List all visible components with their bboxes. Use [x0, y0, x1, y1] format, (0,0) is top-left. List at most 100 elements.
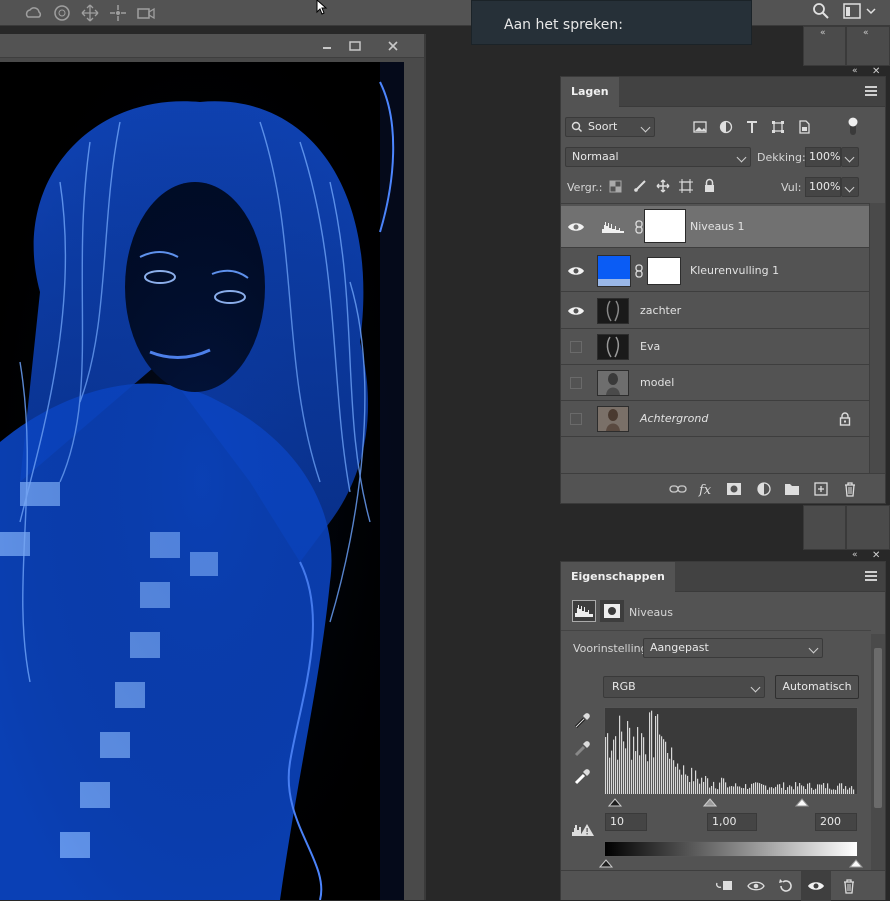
levels-mode-button[interactable] [572, 600, 596, 622]
panel-menu-icon[interactable] [865, 571, 877, 581]
panel-collapse-icon[interactable]: « [852, 66, 858, 76]
close-button[interactable] [378, 34, 408, 58]
layer-row-niveaus[interactable]: Niveaus 1 [561, 206, 869, 248]
trash-icon[interactable] [840, 877, 858, 895]
filter-shape-icon[interactable] [771, 120, 785, 134]
chevron-down-icon[interactable] [866, 7, 876, 15]
link-chain-icon[interactable] [635, 264, 643, 278]
panel-collapse-icon[interactable]: « [852, 550, 858, 560]
fill-dropdown-button[interactable] [841, 177, 859, 197]
eye-icon[interactable] [567, 218, 585, 236]
view-previous-state-icon[interactable] [747, 877, 765, 895]
lock-all-icon[interactable] [703, 178, 716, 193]
mask-icon[interactable] [725, 480, 743, 498]
workspace-icon[interactable] [843, 3, 861, 19]
layers-scrollbar[interactable] [869, 203, 885, 473]
dock-button-1[interactable]: « [803, 26, 846, 66]
filter-smart-object-icon[interactable] [797, 120, 811, 134]
visibility-toggle-off[interactable] [570, 341, 582, 353]
preset-select[interactable]: Aangepast [643, 638, 823, 658]
filter-adjustment-icon[interactable] [719, 120, 733, 134]
lock-icon[interactable] [839, 412, 851, 426]
layer-row-achtergrond[interactable]: Achtergrond [561, 401, 869, 437]
histogram-bar [705, 775, 707, 794]
layer-mask-thumbnail[interactable] [644, 209, 686, 243]
layer-filter-select[interactable]: Soort [565, 117, 655, 137]
image-canvas[interactable] [0, 62, 404, 900]
panel-menu-icon[interactable] [865, 86, 877, 96]
maximize-button[interactable] [340, 34, 370, 58]
fill-input[interactable]: 100% [805, 177, 841, 197]
white-point-handle[interactable] [794, 798, 810, 807]
visibility-toggle-off[interactable] [570, 377, 582, 389]
histogram-bar [669, 758, 671, 794]
input-levels-slider[interactable] [607, 796, 859, 808]
mask-mode-button[interactable] [600, 600, 624, 622]
clipping-warning-icon[interactable] [571, 822, 595, 838]
reset-icon[interactable] [777, 877, 795, 895]
adjustment-icon[interactable] [755, 480, 773, 498]
dock-button-2[interactable]: « [846, 26, 890, 66]
scrollbar-thumb[interactable] [874, 648, 882, 808]
histogram-bar [651, 710, 653, 794]
black-point-handle[interactable] [607, 798, 623, 807]
link-chain-icon[interactable] [635, 220, 643, 234]
layers-panel: Lagen Soort Normaal Dekking: 100% Vergr.… [560, 76, 886, 504]
trash-icon[interactable] [841, 480, 859, 498]
opacity-dropdown-button[interactable] [841, 147, 859, 167]
blend-mode-select[interactable]: Normaal [565, 147, 751, 167]
link-icon[interactable] [669, 480, 687, 498]
layer-row-eva[interactable]: Eva [561, 329, 869, 365]
minimize-button[interactable] [312, 34, 342, 58]
output-black-handle[interactable] [599, 859, 614, 868]
output-levels-slider[interactable] [599, 857, 863, 869]
tab-eigenschappen[interactable]: Eigenschappen [561, 562, 675, 592]
clip-to-layer-icon[interactable] [715, 877, 733, 895]
fx-icon[interactable]: fx [697, 480, 715, 498]
histogram-bar [817, 784, 819, 794]
slide-3d-icon[interactable] [108, 3, 128, 23]
panel-close-icon[interactable]: ✕ [872, 550, 880, 561]
eye-icon[interactable] [567, 262, 585, 280]
lock-image-icon[interactable] [633, 179, 647, 193]
histogram-bar [757, 782, 759, 794]
tab-lagen[interactable]: Lagen [561, 77, 619, 107]
gray-point-eyedropper-icon[interactable] [573, 740, 591, 758]
layer-row-zachter[interactable]: zachter [561, 293, 869, 329]
lock-position-icon[interactable] [656, 179, 670, 193]
lock-transparent-icon[interactable] [609, 180, 622, 193]
input-gamma-field[interactable]: 1,00 [707, 813, 757, 831]
histogram-bar [615, 736, 617, 794]
opacity-input[interactable]: 100% [805, 147, 841, 167]
black-point-eyedropper-icon[interactable] [573, 712, 591, 730]
pan-3d-icon[interactable] [80, 3, 100, 23]
lock-artboard-icon[interactable] [679, 179, 693, 193]
output-white-handle[interactable] [848, 859, 863, 868]
visibility-toggle-button[interactable] [801, 871, 831, 901]
search-icon[interactable] [812, 2, 830, 20]
filter-type-icon[interactable] [745, 120, 759, 134]
histogram-bar [673, 760, 675, 794]
layer-mask-thumbnail[interactable] [647, 257, 681, 285]
folder-icon[interactable] [783, 480, 801, 498]
input-white-field[interactable]: 200 [815, 813, 857, 831]
layer-row-kleurenvulling[interactable]: Kleurenvulling 1 [561, 250, 869, 292]
properties-scrollbar[interactable] [871, 634, 885, 870]
dock-button-4[interactable] [846, 505, 890, 550]
gamma-handle[interactable] [702, 798, 718, 807]
new-layer-icon[interactable] [812, 480, 830, 498]
visibility-toggle-off[interactable] [570, 413, 582, 425]
filter-pixel-icon[interactable] [693, 120, 707, 134]
cloud-icon[interactable] [24, 3, 44, 23]
input-black-field[interactable]: 10 [605, 813, 647, 831]
camera-3d-icon[interactable] [136, 3, 156, 23]
dock-button-3[interactable] [803, 505, 846, 550]
channel-select[interactable]: RGB [603, 676, 765, 698]
white-point-eyedropper-icon[interactable] [573, 768, 591, 786]
layer-row-model[interactable]: model [561, 365, 869, 401]
eye-icon[interactable] [567, 302, 585, 320]
rotate-3d-icon[interactable] [52, 3, 72, 23]
filter-toggle-switch[interactable] [847, 115, 859, 137]
histogram-bar [625, 748, 627, 794]
auto-button[interactable]: Automatisch [775, 675, 859, 699]
